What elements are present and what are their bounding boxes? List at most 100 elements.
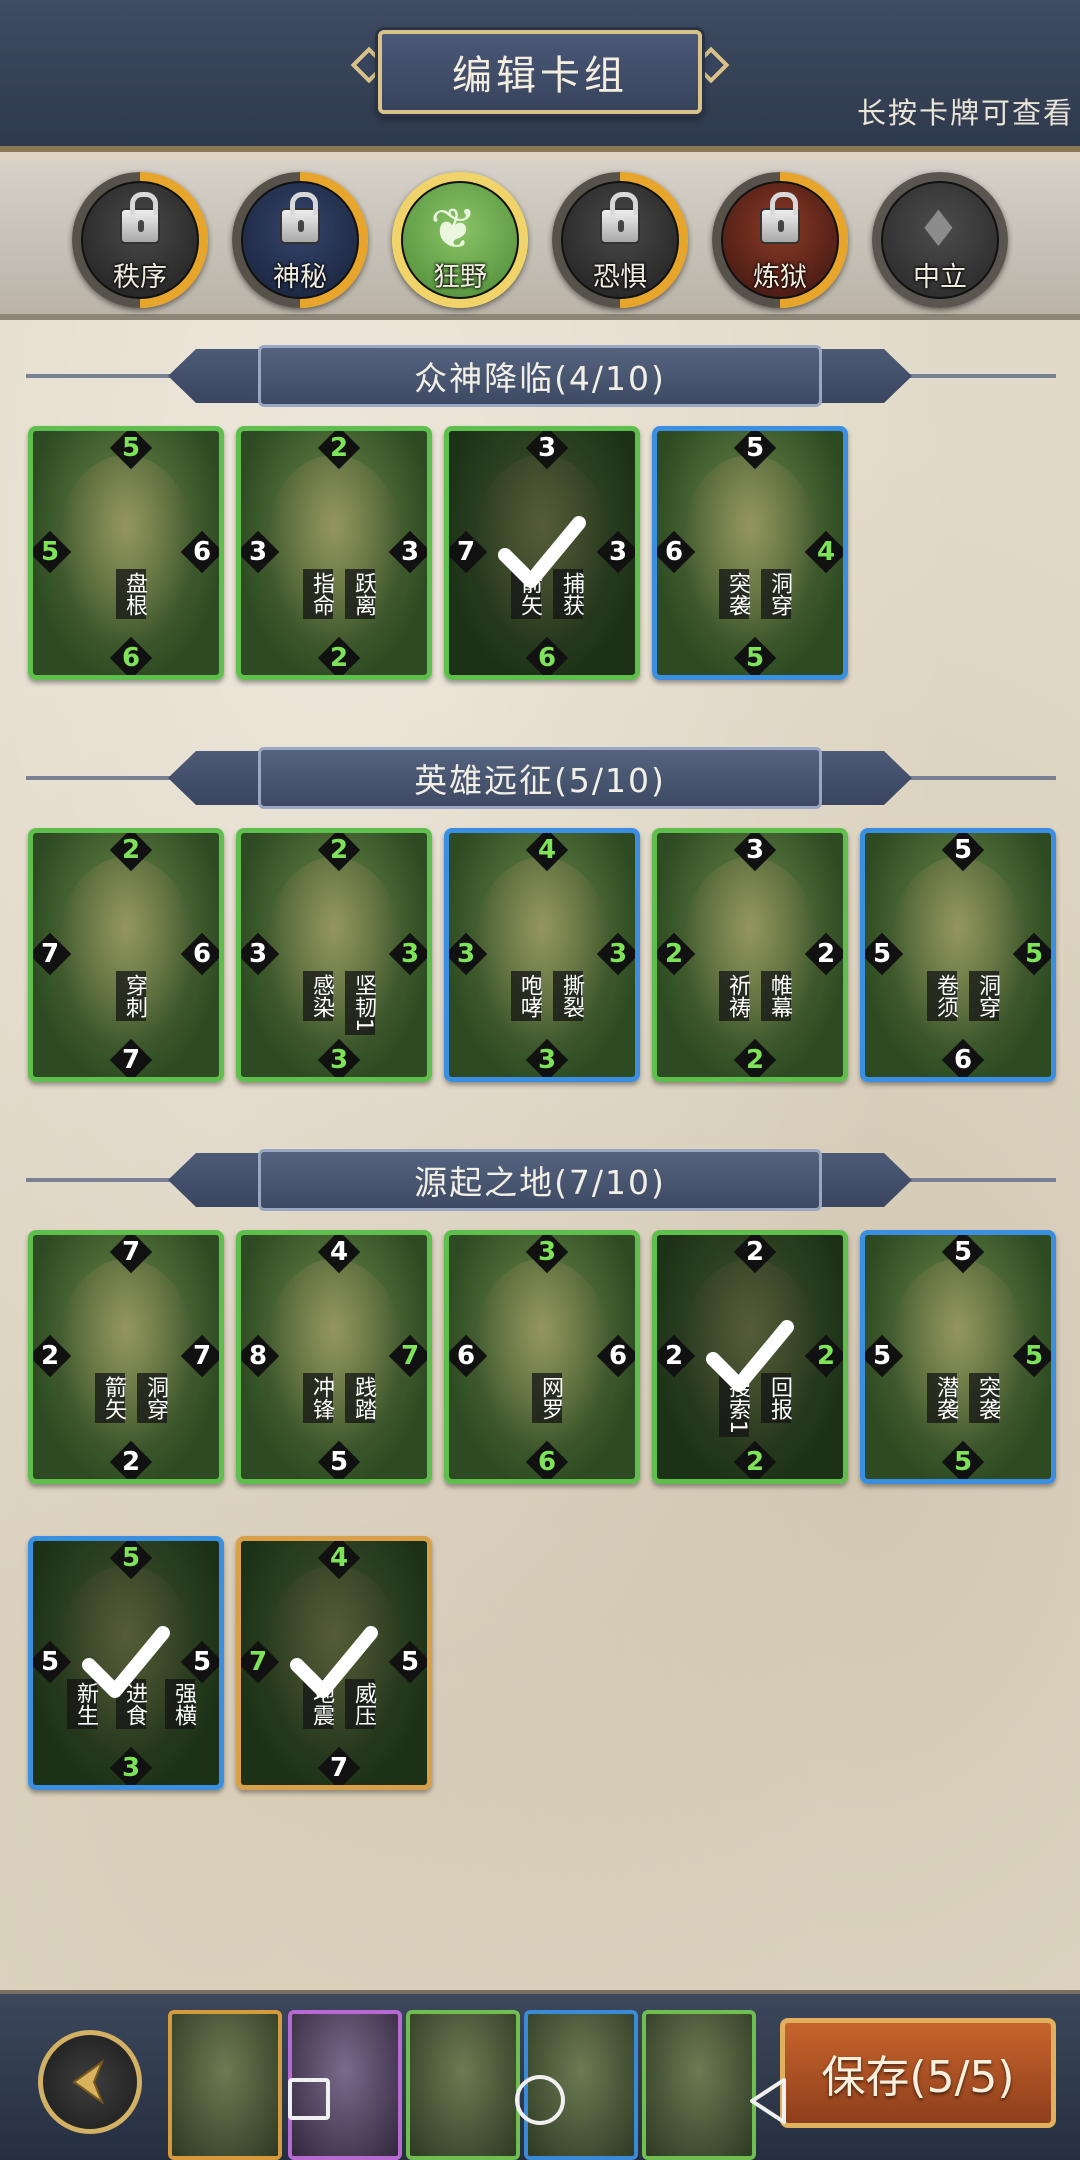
stat-left: 3	[241, 530, 280, 574]
stat-value: 3	[248, 537, 268, 567]
faction-order[interactable]: 秩序	[72, 172, 208, 308]
stat-value: 7	[248, 1647, 268, 1677]
stat-value: 6	[121, 643, 141, 673]
faction-neutral[interactable]: ♦ 中立	[872, 172, 1008, 308]
stat-value: 3	[537, 1045, 557, 1075]
card-skill: 践踏	[345, 1373, 376, 1423]
stat-value: 7	[400, 1341, 420, 1371]
stat-bottom: 6	[109, 636, 153, 675]
leaf-icon: ❦	[430, 197, 477, 262]
lock-icon	[280, 192, 320, 244]
card-art	[55, 857, 197, 1053]
stat-top: 2	[317, 833, 361, 872]
stat-value: 2	[745, 1045, 765, 1075]
stat-bottom: 3	[109, 1746, 153, 1785]
recent-apps-icon[interactable]	[286, 2076, 334, 2124]
card-skill: 洞穿	[969, 971, 1000, 1021]
card[interactable]: 2 2 3 3 指命 跃离	[236, 426, 432, 680]
stat-bottom: 5	[941, 1440, 985, 1479]
stat-left: 3	[449, 932, 488, 976]
stat-left: 5	[33, 1640, 72, 1684]
stat-top: 2	[317, 431, 361, 470]
stat-top: 5	[941, 1235, 985, 1274]
stat-value: 3	[121, 1753, 141, 1783]
stat-value: 8	[248, 1341, 268, 1371]
card[interactable]: 3 2 2 2 祈祷 帷幕	[652, 828, 848, 1082]
card-skill: 咆哮	[511, 971, 542, 1021]
stat-value: 4	[329, 1543, 349, 1573]
stat-value: 5	[1024, 1341, 1044, 1371]
card[interactable]: 2 7 7 6 穿刺	[28, 828, 224, 1082]
stat-bottom: 6	[941, 1038, 985, 1077]
card[interactable]: 5 3 5 5 新生 进食 强横	[28, 1536, 224, 1790]
card[interactable]: 7 2 2 7 箭矢 洞穿	[28, 1230, 224, 1484]
card[interactable]: 4 7 7 5 地震 威压	[236, 1536, 432, 1790]
check-icon	[290, 1626, 378, 1698]
stat-value: 4	[537, 835, 557, 865]
card-skill: 网罗	[532, 1373, 563, 1423]
faction-inferno[interactable]: 炼狱	[712, 172, 848, 308]
stat-value: 3	[400, 537, 420, 567]
faction-wild[interactable]: ❦ 狂野	[392, 172, 528, 308]
card[interactable]: 5 6 5 6 盘根	[28, 426, 224, 680]
save-button[interactable]: 保存(5/5)	[780, 2018, 1056, 2128]
stat-left: 8	[241, 1334, 280, 1378]
stat-bottom: 5	[317, 1440, 361, 1479]
stat-value: 3	[537, 433, 557, 463]
long-press-hint: 长按卡牌可查看	[856, 96, 1074, 130]
stat-value: 5	[40, 1647, 60, 1677]
card[interactable]: 4 5 8 7 冲锋 践踏	[236, 1230, 432, 1484]
card-art	[55, 1259, 197, 1455]
card-skill: 洞穿	[137, 1373, 168, 1423]
stat-value: 5	[121, 433, 141, 463]
faction-fear[interactable]: 恐惧	[552, 172, 688, 308]
stat-value: 2	[121, 1447, 141, 1477]
card[interactable]: 3 6 7 3 箭矢 捕获	[444, 426, 640, 680]
stat-value: 5	[121, 1543, 141, 1573]
stat-top: 2	[109, 833, 153, 872]
card-skill: 坚韧1	[345, 971, 376, 1035]
deck-slot-1[interactable]	[168, 2010, 282, 2160]
card-skill: 指命	[303, 569, 334, 619]
stat-value: 5	[953, 1447, 973, 1477]
stat-value: 5	[329, 1447, 349, 1477]
home-icon[interactable]	[512, 2072, 568, 2128]
stat-top: 3	[733, 833, 777, 872]
deck-slot-3[interactable]	[406, 2010, 520, 2160]
card[interactable]: 4 3 3 3 咆哮 撕裂	[444, 828, 640, 1082]
card[interactable]: 2 2 2 2 搜索1 回报	[652, 1230, 848, 1484]
card-skill: 冲锋	[303, 1373, 334, 1423]
stat-value: 5	[953, 1237, 973, 1267]
stat-value: 5	[40, 537, 60, 567]
stat-value: 5	[745, 433, 765, 463]
card-skill: 祈祷	[719, 971, 750, 1021]
stat-value: 2	[329, 643, 349, 673]
nav-back-icon[interactable]	[744, 2074, 794, 2128]
back-button[interactable]	[38, 2030, 142, 2134]
faction-label: 狂野	[433, 262, 487, 293]
card[interactable]: 2 3 3 3 感染 坚韧1	[236, 828, 432, 1082]
card[interactable]: 3 6 6 6 网罗	[444, 1230, 640, 1484]
stat-left: 5	[33, 530, 72, 574]
card[interactable]: 5 5 6 4 突袭 洞穿	[652, 426, 848, 680]
card[interactable]: 5 6 5 5 卷须 洞穿	[860, 828, 1056, 1082]
stat-right: 2	[804, 932, 843, 976]
back-arrow-icon	[72, 2059, 105, 2105]
card[interactable]: 5 5 5 5 潜袭 突袭	[860, 1230, 1056, 1484]
card-skill: 卷须	[927, 971, 958, 1021]
stat-value: 2	[121, 835, 141, 865]
stat-top: 3	[525, 1235, 569, 1274]
card-skill: 突袭	[969, 1373, 1000, 1423]
faction-mystery[interactable]: 神秘	[232, 172, 368, 308]
faction-label: 中立	[913, 262, 967, 293]
check-icon	[706, 1320, 794, 1392]
stat-bottom: 2	[733, 1440, 777, 1479]
stat-value: 5	[953, 835, 973, 865]
stat-value: 2	[816, 1341, 836, 1371]
stat-top: 5	[109, 1541, 153, 1580]
stat-value: 3	[745, 835, 765, 865]
stat-value: 7	[121, 1237, 141, 1267]
lock-icon	[760, 192, 800, 244]
card-art	[887, 857, 1029, 1053]
deck-slot-5[interactable]	[642, 2010, 756, 2160]
